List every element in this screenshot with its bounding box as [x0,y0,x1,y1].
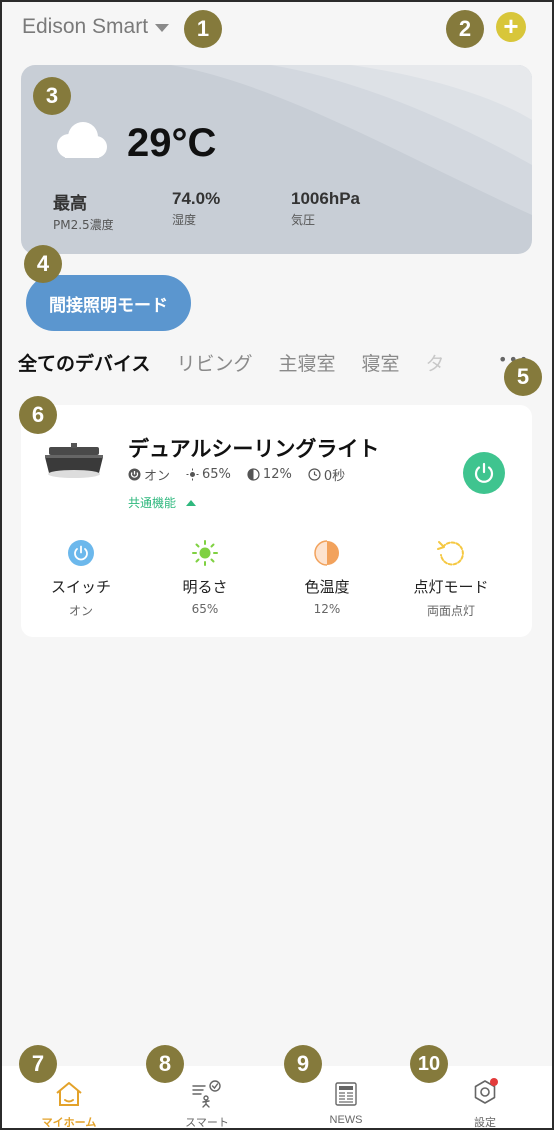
function-color-temp[interactable]: 色温度 12% [267,538,387,616]
callout-marker: 4 [24,245,62,283]
stat-pressure: 1006hPa 気圧 [291,189,360,228]
smart-icon [192,1080,221,1108]
settings-icon [474,1078,498,1104]
half-circle-small-icon [247,468,260,481]
callout-marker: 6 [19,396,57,434]
home-selector[interactable]: Edison Smart [22,15,170,39]
device-name: デュアルシーリングライト [128,437,380,461]
status-power-value: オン [144,469,171,484]
tab-living[interactable]: リビング [176,349,252,376]
power-icon [474,462,494,483]
callout-marker: 7 [19,1045,57,1083]
stat-label: PM2.5濃度 [53,218,114,232]
callout-marker: 8 [146,1045,184,1083]
status-timer: 0秒 [308,465,345,484]
bottom-nav: マイホーム スマート NEWS 設定 [0,1066,554,1130]
status-brightness-value: 65% [202,467,231,482]
home-name: Edison Smart [22,15,149,38]
device-status: オン 65% 12% 0秒 [128,465,361,484]
caret-down-icon [155,24,170,32]
room-tabs: 全てのデバイス リビング 主寝室 寝室 タ [18,345,518,379]
power-icon [68,540,94,566]
stat-value: 1006hPa [291,189,360,208]
function-value: 12% [313,602,341,616]
nav-settings[interactable]: 設定 [430,1074,540,1130]
stat-pm25: 最高 PM2.5濃度 [53,189,114,233]
function-value: 両面点灯 [426,604,475,618]
clock-small-icon [308,468,321,481]
stat-value: 最高 [53,194,87,213]
callout-marker: 2 [446,10,484,48]
add-device-button[interactable]: + [496,12,526,42]
home-icon [56,1082,82,1106]
plus-icon: + [503,11,519,41]
callout-marker: 1 [184,10,222,48]
tab-bedroom[interactable]: 寝室 [361,349,399,376]
function-switch[interactable]: スイッチ オン [21,538,141,619]
function-name: スイッチ [50,578,111,596]
news-icon [335,1082,357,1106]
function-name: 点灯モード [413,578,489,596]
tab-truncated[interactable]: タ [425,349,444,376]
cloud-icon [57,122,107,158]
nav-my-home[interactable]: マイホーム [14,1074,124,1130]
device-card[interactable]: デュアルシーリングライト オン 65% 12% 0秒 共通機能 スイッチ オン … [21,405,532,637]
status-color-temp-value: 12% [262,467,292,482]
function-light-mode[interactable]: 点灯モード 両面点灯 [391,538,511,619]
weather-card[interactable]: 29°C 最高 PM2.5濃度 74.0% 湿度 1006hPa 気圧 [21,65,532,254]
common-functions-label: 共通機能 [128,496,177,510]
sun-small-icon [186,468,199,481]
sun-icon [192,540,218,566]
function-name: 明るさ [182,578,228,596]
stat-value: 74.0% [172,189,221,208]
callout-marker: 10 [410,1045,448,1083]
power-button[interactable] [463,452,505,494]
nav-label: NEWS [329,1114,363,1126]
power-small-icon [128,468,141,481]
function-value: オン [68,604,93,618]
tab-master-bedroom[interactable]: 主寝室 [278,349,335,376]
status-color-temp: 12% [247,467,292,482]
status-timer-value: 0秒 [323,469,346,484]
nav-label: 設定 [474,1117,496,1129]
function-value: 65% [191,602,219,616]
ceiling-light-icon [45,443,103,478]
nav-label: マイホーム [41,1117,97,1129]
temperature: 29°C [127,121,217,165]
callout-marker: 3 [33,77,71,115]
nav-label: スマート [185,1117,229,1129]
scene-button[interactable]: 間接照明モード [26,275,191,331]
function-brightness[interactable]: 明るさ 65% [145,538,265,616]
callout-marker: 9 [284,1045,322,1083]
function-name: 色温度 [304,578,350,596]
tab-all-devices[interactable]: 全てのデバイス [18,349,150,376]
stat-label: 気圧 [291,213,316,227]
stat-humidity: 74.0% 湿度 [172,189,220,228]
color-temp-icon [314,540,339,566]
status-brightness: 65% [186,467,231,482]
stat-label: 湿度 [172,213,197,227]
caret-up-icon [186,499,197,506]
common-functions-toggle[interactable]: 共通機能 [128,494,197,511]
status-power: オン [128,465,170,484]
callout-marker: 5 [504,358,542,396]
refresh-icon [437,541,464,566]
